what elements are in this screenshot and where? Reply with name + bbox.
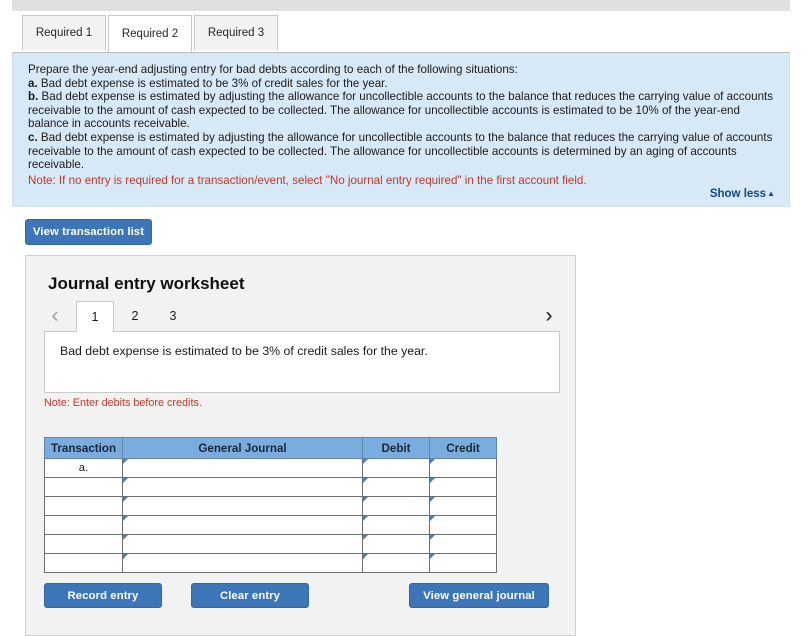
column-header-credit: Credit bbox=[429, 437, 497, 459]
clear-entry-button[interactable]: Clear entry bbox=[191, 583, 309, 608]
table-row bbox=[44, 515, 497, 535]
column-header-debit: Debit bbox=[362, 437, 430, 459]
tab-required-1[interactable]: Required 1 bbox=[22, 15, 106, 50]
tab-required-3[interactable]: Required 3 bbox=[194, 15, 278, 50]
show-less-label: Show less bbox=[709, 188, 767, 200]
worksheet-title: Journal entry worksheet bbox=[48, 274, 245, 293]
worksheet-pager: ‹ 1 2 3 › bbox=[44, 301, 560, 332]
cell-credit[interactable] bbox=[429, 515, 497, 535]
cell-debit[interactable] bbox=[362, 553, 430, 573]
cell-credit[interactable] bbox=[429, 496, 497, 516]
worksheet-description: Bad debt expense is estimated to be 3% o… bbox=[44, 331, 560, 393]
cell-credit[interactable] bbox=[429, 477, 497, 497]
instruction-item-c: c. Bad debt expense is estimated by adju… bbox=[28, 131, 776, 172]
cell-credit[interactable] bbox=[429, 458, 497, 478]
instruction-marker-b: b. bbox=[28, 90, 39, 104]
cell-debit[interactable] bbox=[362, 534, 430, 554]
required-tabs: Required 1 Required 2 Required 3 bbox=[12, 15, 790, 52]
table-row: a. bbox=[44, 458, 497, 478]
pager-next-icon[interactable]: › bbox=[538, 301, 560, 330]
instruction-item-b: b. Bad debt expense is estimated by adju… bbox=[28, 90, 776, 131]
enter-debits-before-credits-note: Note: Enter debits before credits. bbox=[44, 397, 202, 409]
caret-up-icon: ▲ bbox=[767, 189, 775, 198]
show-less-toggle[interactable]: Show less▲ bbox=[710, 188, 775, 200]
instruction-text-c: Bad debt expense is estimated by adjusti… bbox=[28, 130, 773, 172]
cell-general-journal[interactable] bbox=[122, 515, 363, 535]
cell-transaction bbox=[44, 515, 123, 535]
tab-required-2[interactable]: Required 2 bbox=[108, 15, 192, 52]
cell-transaction bbox=[44, 496, 123, 516]
instruction-text-a: Bad debt expense is estimated to be 3% o… bbox=[37, 76, 388, 90]
no-entry-note: Note: If no entry is required for a tran… bbox=[28, 173, 587, 187]
record-entry-button[interactable]: Record entry bbox=[44, 583, 162, 608]
view-transaction-list-button[interactable]: View transaction list bbox=[25, 219, 152, 245]
cell-transaction bbox=[44, 477, 123, 497]
cell-general-journal[interactable] bbox=[122, 458, 363, 478]
instruction-item-a: a. Bad debt expense is estimated to be 3… bbox=[28, 77, 776, 91]
table-row bbox=[44, 553, 497, 573]
table-row bbox=[44, 477, 497, 497]
instruction-text-b: Bad debt expense is estimated by adjusti… bbox=[28, 90, 774, 131]
cell-general-journal[interactable] bbox=[122, 496, 363, 516]
journal-entry-worksheet-panel: Journal entry worksheet ‹ 1 2 3 › Bad de… bbox=[25, 255, 576, 636]
cell-general-journal[interactable] bbox=[122, 534, 363, 554]
cell-debit[interactable] bbox=[362, 515, 430, 535]
cell-transaction bbox=[44, 534, 123, 554]
worksheet-page-1[interactable]: 1 bbox=[76, 301, 114, 332]
cell-debit[interactable] bbox=[362, 477, 430, 497]
table-row bbox=[44, 534, 497, 554]
cell-credit[interactable] bbox=[429, 553, 497, 573]
cell-transaction bbox=[44, 553, 123, 573]
column-header-transaction: Transaction bbox=[44, 437, 123, 459]
cell-debit[interactable] bbox=[362, 496, 430, 516]
view-general-journal-button[interactable]: View general journal bbox=[409, 583, 549, 608]
cell-debit[interactable] bbox=[362, 458, 430, 478]
table-header-row: Transaction General Journal Debit Credit bbox=[44, 437, 497, 459]
cell-transaction: a. bbox=[44, 458, 123, 478]
instruction-marker-a: a. bbox=[28, 76, 38, 90]
cell-general-journal[interactable] bbox=[122, 553, 363, 573]
journal-entry-table: Transaction General Journal Debit Credit… bbox=[44, 437, 497, 573]
worksheet-page-3[interactable]: 3 bbox=[154, 301, 192, 330]
cell-general-journal[interactable] bbox=[122, 477, 363, 497]
pager-prev-icon[interactable]: ‹ bbox=[44, 301, 66, 330]
instruction-marker-c: c. bbox=[28, 130, 38, 144]
column-header-general-journal: General Journal bbox=[122, 437, 363, 459]
cell-credit[interactable] bbox=[429, 534, 497, 554]
worksheet-page-2[interactable]: 2 bbox=[116, 301, 154, 330]
instructions-intro: Prepare the year-end adjusting entry for… bbox=[28, 63, 518, 76]
instructions-panel: Prepare the year-end adjusting entry for… bbox=[12, 52, 790, 207]
table-row bbox=[44, 496, 497, 516]
top-toolbar-strip bbox=[12, 0, 790, 11]
